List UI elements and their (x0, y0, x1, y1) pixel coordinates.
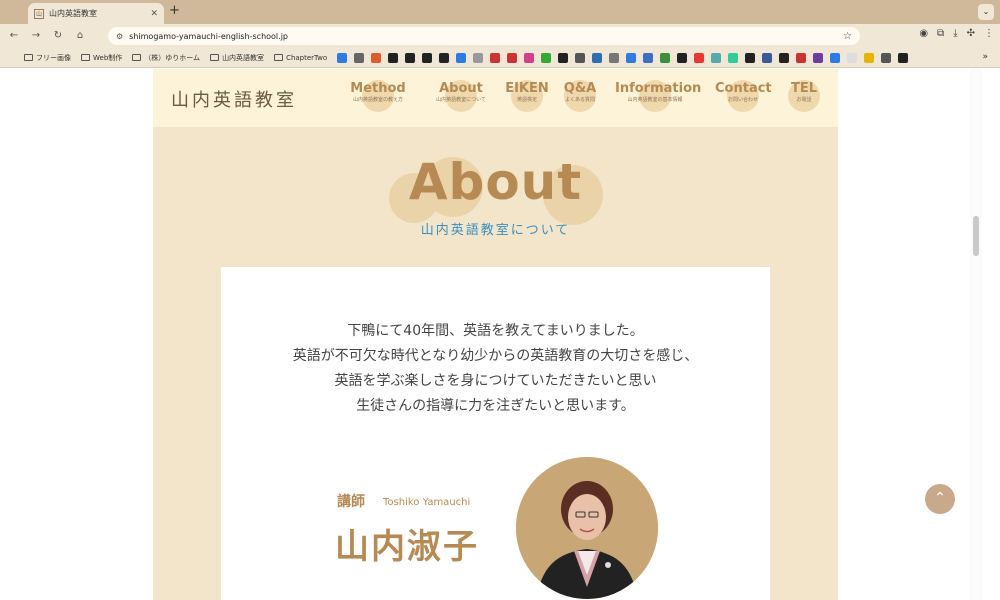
bookmark-shortcut-icon[interactable] (711, 52, 722, 63)
bookmark-shortcut-icon[interactable] (830, 52, 841, 63)
bookmark-shortcut-icon[interactable] (609, 52, 620, 63)
bookmark-shortcut-icon[interactable] (881, 52, 892, 63)
back-to-top-button[interactable]: ⌃ (925, 484, 955, 514)
bookmark-shortcut-icon[interactable] (354, 52, 365, 63)
url-text: shimogamo-yamauchi-english-school.jp (129, 31, 288, 41)
tab-search-icon[interactable]: ⌄ (978, 4, 994, 20)
nav-information[interactable]: Information 山内英語教室の基本情報 (615, 80, 701, 112)
menu-icon[interactable]: ⋮ (984, 28, 994, 39)
folder-icon (81, 54, 90, 61)
bookmark-shortcut-icon[interactable] (643, 52, 654, 63)
bookmark-shortcut-icon[interactable] (405, 52, 416, 63)
section-subtitle: 山内英語教室について (420, 223, 571, 238)
bookmark-shortcut-icon[interactable] (490, 52, 501, 63)
site-header: 山内英語教室 Method 山内英語教室の教え方 About 山内英語教室につい… (153, 69, 838, 127)
bookmark-shortcut-icon[interactable] (541, 52, 552, 63)
bookmark-shortcut-icon[interactable] (779, 52, 790, 63)
bookmark-folder[interactable]: Web制作 (81, 53, 122, 63)
bookmark-icons (337, 52, 915, 63)
chevron-up-icon: ⌃ (934, 490, 946, 506)
bookmark-shortcut-icon[interactable] (660, 52, 671, 63)
tab-strip: 山 山内英語教室 ✕ + ⌄ (0, 0, 1000, 24)
nav-tel[interactable]: TEL お電話 (787, 80, 821, 112)
bookmark-shortcut-icon[interactable] (847, 52, 858, 63)
intro-text: 下鴨にて40年間、英語を教えてまいりました。 英語が不可欠な時代となり幼少からの… (292, 323, 699, 414)
teacher-photo (516, 457, 658, 599)
folder-icon (210, 54, 220, 61)
teacher-label: 講師 (337, 494, 365, 510)
nav-qa[interactable]: Q&A よくある質問 (561, 80, 599, 112)
nav-method[interactable]: Method 山内英語教室の教え方 (349, 80, 407, 112)
teacher-roman-name: Toshiko Yamauchi (383, 497, 471, 508)
site-info-icon[interactable]: ⚙ (116, 32, 123, 41)
bookmark-shortcut-icon[interactable] (677, 52, 688, 63)
teacher-name: 山内淑子 (335, 527, 479, 567)
bookmark-folder[interactable]: 山内英語教室 (210, 53, 264, 63)
more-bookmarks-icon[interactable]: » (982, 52, 988, 62)
bookmark-shortcut-icon[interactable] (762, 52, 773, 63)
bookmark-shortcut-icon[interactable] (592, 52, 603, 63)
new-tab-icon[interactable]: + (169, 4, 180, 18)
bookmark-shortcut-icon[interactable] (745, 52, 756, 63)
bookmark-shortcut-icon[interactable] (439, 52, 450, 63)
bookmark-folder[interactable]: フリー画像 (24, 53, 71, 63)
bookmark-shortcut-icon[interactable] (507, 52, 518, 63)
extension-puzzle-icon[interactable]: ✣ (967, 28, 975, 39)
folder-icon (274, 54, 284, 61)
page-viewport: 山内英語教室 Method 山内英語教室の教え方 About 山内英語教室につい… (0, 69, 970, 600)
folder-icon (24, 54, 33, 61)
scrollbar-track[interactable] (970, 69, 982, 600)
site-logo[interactable]: 山内英語教室 (171, 86, 297, 112)
bookmark-shortcut-icon[interactable] (558, 52, 569, 63)
tab-title: 山内英語教室 (49, 9, 97, 18)
bookmark-shortcut-icon[interactable] (456, 52, 467, 63)
address-bar[interactable]: ⚙ shimogamo-yamauchi-english-school.jp ☆ (108, 27, 860, 45)
tab-close-icon[interactable]: ✕ (150, 9, 158, 19)
bookmark-star-icon[interactable]: ☆ (843, 31, 852, 42)
camera-icon[interactable]: ◉ (919, 28, 928, 39)
bookmark-shortcut-icon[interactable] (473, 52, 484, 63)
nav-contact[interactable]: Contact お問い合わせ (715, 80, 772, 112)
browser-tab[interactable]: 山 山内英語教室 ✕ (28, 3, 164, 24)
home-icon[interactable]: ⌂ (72, 28, 88, 44)
forward-icon[interactable]: → (28, 28, 44, 44)
download-icon[interactable]: ⤓ (953, 28, 957, 39)
bookmark-shortcut-icon[interactable] (728, 52, 739, 63)
bookmark-shortcut-icon[interactable] (626, 52, 637, 63)
bookmark-shortcut-icon[interactable] (422, 52, 433, 63)
bookmark-shortcut-icon[interactable] (898, 52, 909, 63)
bookmark-folder[interactable]: （株）ゆりホーム (132, 53, 200, 63)
bookmark-shortcut-icon[interactable] (694, 52, 705, 63)
bookmark-shortcut-icon[interactable] (388, 52, 399, 63)
nav-eiken[interactable]: EIKEN 英語検定 (505, 80, 549, 112)
bookmark-shortcut-icon[interactable] (337, 52, 348, 63)
reload-icon[interactable]: ↻ (50, 28, 66, 44)
browser-toolbar: ← → ↻ ⌂ ⚙ shimogamo-yamauchi-english-sch… (0, 24, 1000, 48)
bookmarks-bar: フリー画像 Web制作 （株）ゆりホーム 山内英語教室 ChapterTwo » (0, 48, 1000, 68)
section-title: About (408, 153, 583, 211)
scrollbar-thumb[interactable] (973, 216, 979, 256)
bookmark-shortcut-icon[interactable] (864, 52, 875, 63)
tab-favicon-icon: 山 (34, 8, 44, 19)
extensions-icon[interactable]: ⧉ (937, 28, 944, 39)
nav-about[interactable]: About 山内英語教室について (433, 80, 489, 112)
back-icon[interactable]: ← (6, 28, 22, 44)
folder-icon (132, 54, 142, 61)
bookmark-shortcut-icon[interactable] (371, 52, 382, 63)
bookmark-shortcut-icon[interactable] (796, 52, 807, 63)
bookmark-shortcut-icon[interactable] (524, 52, 535, 63)
bookmark-folder[interactable]: ChapterTwo (274, 54, 327, 62)
teacher-portrait-image (516, 457, 658, 599)
about-card: 下鴨にて40年間、英語を教えてまいりました。 英語が不可欠な時代となり幼少からの… (221, 267, 770, 600)
site-container: 山内英語教室 Method 山内英語教室の教え方 About 山内英語教室につい… (153, 69, 838, 600)
bookmark-shortcut-icon[interactable] (575, 52, 586, 63)
bookmark-shortcut-icon[interactable] (813, 52, 824, 63)
